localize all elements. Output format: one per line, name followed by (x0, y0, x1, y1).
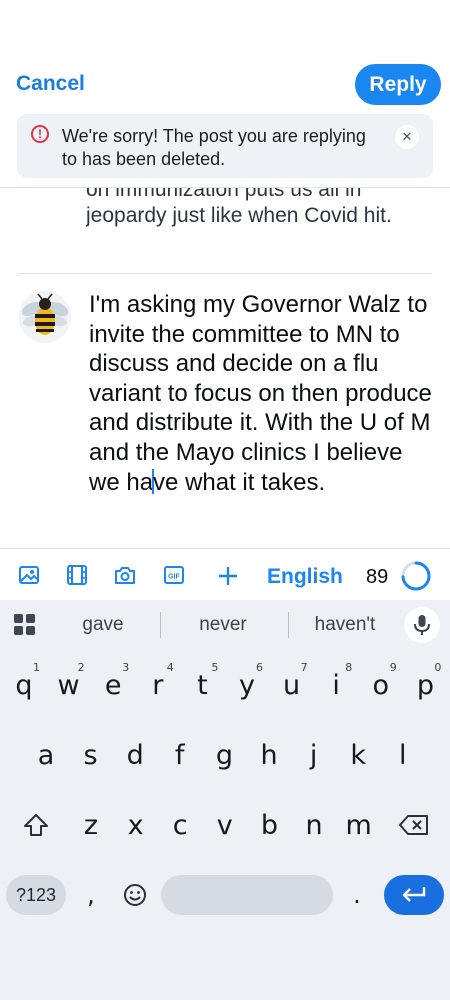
suggestion[interactable]: haven't (290, 614, 400, 636)
key-r[interactable]: r4 (136, 660, 180, 710)
key-m[interactable]: m (337, 800, 381, 850)
key-number-hint: 7 (300, 661, 308, 674)
key-label: i (332, 669, 340, 701)
key-number-hint: 9 (389, 661, 397, 674)
key-q[interactable]: q1 (2, 660, 46, 710)
suggestion[interactable]: never (168, 614, 278, 636)
compose-header: Cancel Reply (0, 60, 450, 108)
apps-grid-icon[interactable] (14, 614, 36, 636)
char-progress-ring (400, 560, 432, 592)
key-g[interactable]: g (202, 730, 246, 780)
key-o[interactable]: o9 (359, 660, 403, 710)
key-label: r (152, 669, 164, 701)
svg-text:GIF: GIF (168, 574, 180, 581)
divider (288, 612, 289, 638)
key-e[interactable]: e3 (91, 660, 135, 710)
quoted-post-text: on immunization puts us all in jeopardy … (86, 188, 392, 227)
key-k[interactable]: k (336, 730, 380, 780)
key-j[interactable]: j (292, 730, 336, 780)
divider (160, 612, 161, 638)
emoji-icon[interactable] (116, 870, 154, 920)
key-z[interactable]: z (69, 800, 113, 850)
key-number-hint: 1 (33, 661, 40, 674)
key-i[interactable]: i8 (314, 660, 358, 710)
key-l[interactable]: l (381, 730, 425, 780)
notice-text: We're sorry! The post you are replying t… (62, 126, 366, 169)
backspace-key[interactable] (392, 800, 436, 850)
key-label: o (372, 669, 390, 701)
key-number-hint: 6 (256, 661, 263, 674)
bee-icon (19, 291, 71, 343)
key-p[interactable]: p0 (403, 660, 447, 710)
image-icon[interactable] (18, 564, 42, 588)
key-v[interactable]: v (203, 800, 247, 850)
key-label: t (197, 669, 208, 701)
symbols-key[interactable]: ?123 (6, 875, 66, 915)
compose-text-after-caret: ve what it takes. (153, 468, 326, 496)
reply-text-input[interactable]: I'm asking my Governor Walz to invite th… (89, 290, 434, 497)
suggestion[interactable]: gave (48, 614, 158, 636)
key-label: p (416, 669, 434, 701)
key-label: y (239, 669, 255, 701)
info-icon: ! (31, 125, 49, 143)
key-number-hint: 0 (434, 661, 442, 674)
compose-toolbar: GIF English 89 (0, 548, 450, 602)
compose-text-before-caret: I'm asking my Governor Walz to invite th… (89, 291, 432, 496)
microphone-icon[interactable] (404, 607, 440, 643)
deleted-post-notice: ! We're sorry! The post you are replying… (17, 114, 433, 178)
camera-icon[interactable] (114, 564, 138, 588)
video-icon[interactable] (66, 564, 90, 588)
bee-avatar[interactable] (19, 291, 71, 343)
key-label: w (57, 669, 80, 701)
key-number-hint: 8 (345, 661, 353, 674)
key-number-hint: 3 (122, 661, 130, 674)
space-key[interactable] (161, 875, 333, 915)
key-t[interactable]: t5 (180, 660, 224, 710)
key-w[interactable]: w2 (47, 660, 91, 710)
plus-icon[interactable] (216, 564, 240, 588)
key-number-hint: 2 (77, 661, 85, 674)
enter-key[interactable] (384, 875, 444, 915)
comma-key[interactable]: , (78, 870, 104, 920)
key-label: q (15, 669, 33, 701)
cancel-button[interactable]: Cancel (16, 72, 85, 96)
key-label: e (104, 669, 122, 701)
shift-key[interactable] (14, 800, 58, 850)
key-x[interactable]: x (114, 800, 158, 850)
reply-button[interactable]: Reply (355, 64, 441, 105)
quoted-post: on immunization puts us all in jeopardy … (86, 188, 416, 258)
on-screen-keyboard: gave never haven't q1w2e3r4t5y6u7i8o9p0 … (0, 600, 450, 1000)
char-counter: 89 (366, 566, 389, 588)
period-key[interactable]: . (344, 870, 370, 920)
key-label: u (283, 669, 301, 701)
key-n[interactable]: n (292, 800, 336, 850)
divider (18, 273, 432, 274)
key-d[interactable]: d (113, 730, 157, 780)
close-icon[interactable]: ✕ (395, 125, 419, 149)
key-b[interactable]: b (247, 800, 291, 850)
suggestion-bar: gave never haven't (0, 600, 450, 650)
key-s[interactable]: s (69, 730, 113, 780)
language-selector[interactable]: English (267, 565, 343, 589)
key-h[interactable]: h (247, 730, 291, 780)
key-number-hint: 5 (211, 661, 219, 674)
key-y[interactable]: y6 (225, 660, 269, 710)
key-number-hint: 4 (166, 661, 174, 674)
gif-icon[interactable]: GIF (163, 564, 187, 588)
key-c[interactable]: c (158, 800, 202, 850)
key-u[interactable]: u7 (270, 660, 314, 710)
key-f[interactable]: f (158, 730, 202, 780)
key-a[interactable]: a (24, 730, 68, 780)
